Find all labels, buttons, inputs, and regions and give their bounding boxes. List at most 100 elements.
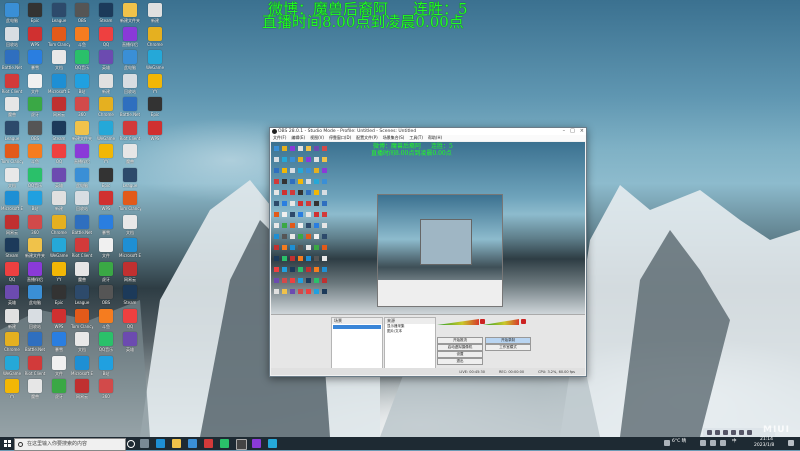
desktop-shortcut[interactable]: League bbox=[71, 285, 93, 305]
desktop-shortcut[interactable]: 斗鱼 bbox=[95, 308, 117, 329]
desktop-shortcut[interactable]: 回收站 bbox=[1, 26, 23, 47]
desktop-shortcut[interactable]: Riot Client bbox=[119, 120, 141, 141]
desktop-shortcut[interactable]: Battle.Net bbox=[1, 50, 23, 70]
desktop-shortcut[interactable]: Riot Client bbox=[1, 73, 23, 94]
virtual-camera-button[interactable]: 启动虚拟摄像机 bbox=[437, 344, 483, 351]
desktop-shortcut[interactable]: WPS bbox=[48, 308, 70, 329]
desktop-shortcut[interactable]: Battle.Net bbox=[119, 97, 141, 117]
menu-docks[interactable]: 停靠窗口(D) bbox=[329, 135, 351, 141]
desktop-shortcut[interactable]: Battle.Net bbox=[24, 332, 46, 352]
desktop-shortcut[interactable]: Chrome bbox=[48, 214, 70, 235]
desktop-shortcut[interactable]: 文档 bbox=[1, 167, 23, 188]
desktop-shortcut[interactable]: Tom Clancy bbox=[1, 144, 23, 164]
notification-icon[interactable] bbox=[788, 440, 794, 446]
menu-tools[interactable]: 工具(T) bbox=[409, 135, 423, 141]
desktop-shortcut[interactable]: QQ音乐 bbox=[24, 167, 46, 188]
desktop-shortcut[interactable]: Microsoft Edge bbox=[1, 191, 23, 211]
desktop-shortcut[interactable]: 英雄 bbox=[119, 332, 141, 352]
desktop-shortcut[interactable]: 虎牙 bbox=[48, 379, 70, 399]
close-icon[interactable]: × bbox=[580, 128, 584, 134]
tray-chevron-icon[interactable] bbox=[700, 440, 706, 446]
panel-tool-icon[interactable] bbox=[723, 430, 728, 435]
desktop-shortcut[interactable]: 直播伴侣 bbox=[71, 144, 93, 164]
desktop-shortcut[interactable]: 斗鱼 bbox=[71, 26, 93, 47]
network-icon[interactable] bbox=[710, 440, 716, 446]
desktop-shortcut[interactable]: Riot Client bbox=[24, 355, 46, 376]
menu-edit[interactable]: 编辑(E) bbox=[291, 135, 305, 141]
desktop-shortcut[interactable]: OBS bbox=[24, 120, 46, 141]
scenes-dock[interactable]: 场景 bbox=[331, 317, 383, 369]
desktop-shortcut[interactable]: 文档 bbox=[119, 214, 141, 235]
menu-file[interactable]: 文件(F) bbox=[273, 135, 286, 141]
desktop-shortcut[interactable]: 直播伴侣 bbox=[24, 261, 46, 282]
menu-help[interactable]: 帮助(H) bbox=[428, 135, 442, 141]
battlenet-taskbar-icon[interactable] bbox=[204, 439, 213, 448]
desktop-shortcut[interactable]: Chrome bbox=[144, 26, 166, 47]
desktop-shortcut[interactable]: 网易云 bbox=[71, 379, 93, 399]
settings-button[interactable]: 设置 bbox=[437, 351, 483, 358]
desktop-shortcut[interactable]: 暴雪 bbox=[48, 332, 70, 352]
desktop-shortcut[interactable]: Microsoft Edge bbox=[71, 355, 93, 376]
desktop-shortcut[interactable]: OBS bbox=[95, 285, 117, 305]
desktop-shortcut[interactable]: 英雄 bbox=[1, 285, 23, 305]
desktop-shortcut[interactable]: Epic bbox=[48, 285, 70, 305]
desktop-shortcut[interactable]: QQ音乐 bbox=[95, 332, 117, 352]
panel-tool-icon[interactable] bbox=[731, 430, 736, 435]
desktop-shortcut[interactable]: B站 bbox=[24, 191, 46, 211]
desktop-shortcut[interactable]: WeGame bbox=[144, 50, 166, 70]
desktop-shortcut[interactable]: Microsoft Edge bbox=[48, 73, 70, 94]
desktop-shortcut[interactable]: 回收站 bbox=[119, 73, 141, 94]
desktop-shortcut[interactable]: 回收站 bbox=[24, 308, 46, 329]
studio-mode-button[interactable]: 工作室模式 bbox=[485, 344, 531, 351]
obs-taskbar-icon[interactable] bbox=[236, 439, 247, 450]
desktop-shortcut[interactable]: 此电脑 bbox=[119, 50, 141, 70]
scene-item-selected[interactable] bbox=[333, 325, 381, 329]
desktop-shortcut[interactable]: 斗鱼 bbox=[24, 144, 46, 164]
desktop-shortcut[interactable]: Tom Clancy bbox=[48, 26, 70, 47]
desktop-shortcut[interactable]: WeGame bbox=[48, 238, 70, 258]
desktop-shortcut[interactable]: 新建文件夹 bbox=[119, 3, 141, 23]
desktop-shortcut[interactable]: 文件 bbox=[48, 355, 70, 376]
desktop-shortcut[interactable]: 此电脑 bbox=[1, 3, 23, 23]
desktop-shortcut[interactable]: Epic bbox=[95, 167, 117, 188]
desktop-shortcut[interactable]: B站 bbox=[71, 73, 93, 94]
desktop-shortcut[interactable]: 360 bbox=[95, 379, 117, 399]
desktop-shortcut[interactable]: 网易云 bbox=[48, 97, 70, 117]
clock-time[interactable]: 21:14 bbox=[760, 437, 773, 442]
desktop-shortcut[interactable]: Epic bbox=[24, 3, 46, 23]
desktop-shortcut[interactable]: WeGame bbox=[95, 120, 117, 141]
desktop-shortcut[interactable]: League bbox=[48, 3, 70, 23]
cortana-icon[interactable] bbox=[127, 440, 135, 448]
desktop-shortcut[interactable]: Steam bbox=[48, 120, 70, 141]
obs-preview-canvas[interactable]: 微博：魔兽后裔阿 连胜：5 直播时间8.00点到凌晨0.00点 bbox=[271, 142, 585, 314]
desktop-shortcut[interactable]: Riot Client bbox=[71, 238, 93, 258]
start-button-icon[interactable] bbox=[4, 440, 11, 447]
edge-taskbar-icon[interactable] bbox=[156, 439, 165, 448]
desktop-shortcut[interactable]: 新建 bbox=[144, 3, 166, 23]
desktop-shortcut[interactable]: YY bbox=[1, 379, 23, 399]
desktop-shortcut[interactable]: 此电脑 bbox=[24, 285, 46, 305]
desktop-shortcut[interactable]: Steam bbox=[1, 238, 23, 258]
desktop-shortcut[interactable]: 魔兽 bbox=[71, 261, 93, 282]
desktop-shortcut[interactable]: Battle.Net bbox=[71, 214, 93, 235]
desktop-shortcut[interactable]: QQ bbox=[119, 308, 141, 329]
menu-scene-collection[interactable]: 场景集合(S) bbox=[383, 135, 405, 141]
clock-date[interactable]: 2023/1/8 bbox=[754, 443, 774, 448]
desktop-shortcut[interactable]: 虎牙 bbox=[95, 261, 117, 282]
exit-button[interactable]: 退出 bbox=[437, 358, 483, 365]
desktop-shortcut[interactable]: WPS bbox=[95, 191, 117, 211]
source-item[interactable]: 图片/文本 bbox=[385, 329, 435, 334]
app-taskbar-icon[interactable] bbox=[268, 439, 277, 448]
maximize-icon[interactable]: □ bbox=[570, 128, 575, 134]
panel-tool-icon[interactable] bbox=[739, 430, 744, 435]
desktop-shortcut[interactable]: QQ音乐 bbox=[71, 50, 93, 70]
desktop-shortcut[interactable]: 新建文件夹 bbox=[71, 120, 93, 141]
obs-title-bar[interactable]: OBS 28.0.1 - Studio Mode - Profile: Unti… bbox=[270, 128, 586, 135]
desktop-shortcut[interactable]: 文档 bbox=[71, 332, 93, 352]
wechat-taskbar-icon[interactable] bbox=[220, 439, 229, 448]
minimize-icon[interactable]: – bbox=[563, 128, 566, 134]
ime-indicator[interactable]: 中 bbox=[732, 439, 737, 444]
desktop-shortcut[interactable]: Microsoft Edge bbox=[119, 238, 141, 258]
desktop-shortcut[interactable]: Steam bbox=[119, 285, 141, 305]
desktop-shortcut[interactable]: 新建 bbox=[95, 73, 117, 94]
